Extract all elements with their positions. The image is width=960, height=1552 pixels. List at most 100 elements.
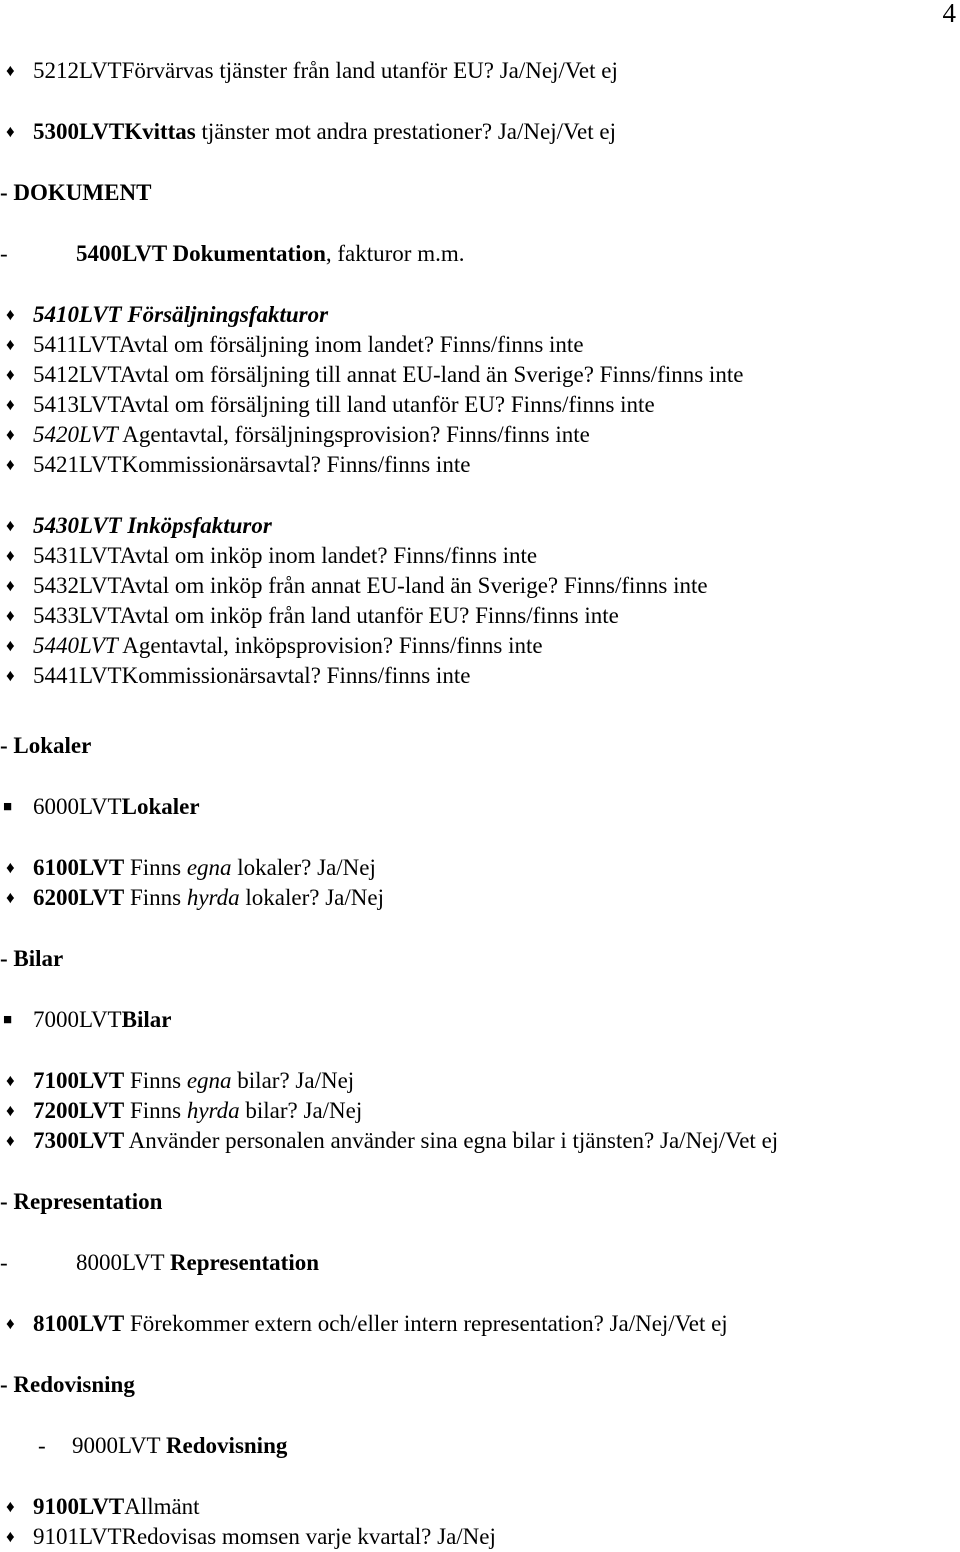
gap-6 bbox=[0, 691, 960, 731]
section-dokument: - DOKUMENT bbox=[0, 178, 960, 208]
gap-8 bbox=[0, 822, 960, 853]
text-run: Förvärvas tjänster från land utanför EU?… bbox=[121, 58, 618, 83]
diamond-bullet-icon: ♦ bbox=[6, 888, 15, 907]
item-8100lvt: ♦ 8100LVT Förekommer extern och/eller int… bbox=[0, 1309, 960, 1339]
text-run: Allmänt bbox=[124, 1494, 200, 1519]
item-5431lvt: ♦ 5431LVTAvtal om inköp inom landet? Finn… bbox=[0, 541, 960, 571]
diamond-bullet-icon: ♦ bbox=[6, 666, 15, 685]
gap-16 bbox=[0, 1400, 960, 1431]
text-run: bilar? Ja/Nej bbox=[231, 1068, 355, 1093]
text-run: Finns bbox=[124, 855, 187, 880]
gap-15 bbox=[0, 1339, 960, 1370]
text-run: tjänster mot andra prestationer? Ja/Nej/… bbox=[195, 119, 616, 144]
diamond-bullet-icon: ♦ bbox=[6, 425, 15, 444]
square-bullet-icon: ■ bbox=[3, 1012, 13, 1028]
item-9101lvt: ♦ 9101LVTRedovisas momsen varje kvartal? … bbox=[0, 1522, 960, 1552]
text-run: 5421LVT bbox=[33, 452, 122, 477]
text-run: - DOKUMENT bbox=[0, 180, 152, 205]
section-lokaler: - Lokaler bbox=[0, 731, 960, 761]
diamond-bullet-icon: ♦ bbox=[6, 576, 15, 595]
text-run: egna bbox=[186, 855, 232, 880]
diamond-bullet-icon: ♦ bbox=[6, 1314, 15, 1333]
text-run: bilar? Ja/Nej bbox=[239, 1098, 363, 1123]
text-run: Finns bbox=[124, 885, 187, 910]
diamond-bullet-icon: ♦ bbox=[6, 61, 15, 80]
text-run: - Redovisning bbox=[0, 1372, 135, 1397]
document-body: ♦ 5212LVTFörvärvas tjänster från land uta… bbox=[0, 56, 960, 1552]
item-5441lvt: ♦ 5441LVTKommissionärsavtal? Finns/finns … bbox=[0, 661, 960, 691]
text-run: lokaler? Ja/Nej bbox=[231, 855, 376, 880]
item-5420lvt: ♦ 5420LVT Agentavtal, försäljningsprovisi… bbox=[0, 420, 960, 450]
square-bullet-icon: ■ bbox=[3, 799, 13, 815]
gap-13 bbox=[0, 1217, 960, 1248]
section-redovisning: - Redovisning bbox=[0, 1370, 960, 1400]
dash-bullet-icon: - bbox=[0, 1250, 8, 1275]
diamond-bullet-icon: ♦ bbox=[6, 122, 15, 141]
diamond-bullet-icon: ♦ bbox=[6, 1527, 15, 1546]
item-6200lvt: ♦ 6200LVT Finns hyrda lokaler? Ja/Nej bbox=[0, 883, 960, 913]
text-run: Bilar bbox=[121, 1007, 172, 1032]
item-7000lvt: ■ 7000LVTBilar bbox=[0, 1005, 960, 1035]
diamond-bullet-icon: ♦ bbox=[6, 365, 15, 384]
text-run: Agentavtal, inköpsprovision? Finns/finns… bbox=[117, 633, 543, 658]
diamond-bullet-icon: ♦ bbox=[6, 858, 15, 877]
text-run: Kvittas bbox=[124, 119, 196, 144]
diamond-bullet-icon: ♦ bbox=[6, 1131, 15, 1150]
text-run: - Representation bbox=[0, 1189, 163, 1214]
text-run: Kommissionärsavtal? Finns/finns inte bbox=[121, 663, 471, 688]
section-representation: - Representation bbox=[0, 1187, 960, 1217]
diamond-bullet-icon: ♦ bbox=[6, 305, 15, 324]
gap-14 bbox=[0, 1278, 960, 1309]
text-run: 5441LVT bbox=[33, 663, 122, 688]
item-6000lvt: ■ 6000LVTLokaler bbox=[0, 792, 960, 822]
item-5433lvt: ♦ 5433LVTAvtal om inköp från land utanför… bbox=[0, 601, 960, 631]
text-run: Lokaler bbox=[121, 794, 200, 819]
text-run: Redovisas momsen varje kvartal? Ja/Nej bbox=[121, 1524, 496, 1549]
text-run: Avtal om inköp från annat EU-land än Sve… bbox=[119, 573, 708, 598]
text-run: 5440LVT bbox=[33, 633, 118, 658]
gap-17 bbox=[0, 1461, 960, 1492]
text-run: 9101LVT bbox=[33, 1524, 122, 1549]
text-run: 5432LVT bbox=[33, 573, 120, 598]
dash-bullet-icon: - bbox=[0, 241, 8, 266]
diamond-bullet-icon: ♦ bbox=[6, 516, 15, 535]
text-run: 7200LVT bbox=[33, 1098, 125, 1123]
text-run: 5413LVT bbox=[33, 392, 120, 417]
text-run: 7100LVT bbox=[33, 1068, 125, 1093]
text-run: 9000LVT bbox=[72, 1433, 166, 1458]
diamond-bullet-icon: ♦ bbox=[6, 636, 15, 655]
item-5421lvt: ♦ 5421LVTKommissionärsavtal? Finns/finns … bbox=[0, 450, 960, 480]
text-run: 5420LVT bbox=[33, 422, 118, 447]
text-run: 5430LVT Inköpsfakturor bbox=[33, 513, 272, 538]
text-run: 6200LVT bbox=[33, 885, 125, 910]
text-run: Avtal om försäljning inom landet? Finns/… bbox=[118, 332, 584, 357]
text-run: 5212LVT bbox=[33, 58, 122, 83]
item-5413lvt: ♦ 5413LVTAvtal om försäljning till land u… bbox=[0, 390, 960, 420]
item-7300lvt: ♦ 7300LVT Använder personalen använder si… bbox=[0, 1126, 960, 1156]
text-run: 9100LVT bbox=[33, 1494, 125, 1519]
gap-10 bbox=[0, 974, 960, 1005]
item-5212lvt: ♦ 5212LVTFörvärvas tjänster från land uta… bbox=[0, 56, 960, 86]
text-run: Finns bbox=[124, 1098, 187, 1123]
gap-11 bbox=[0, 1035, 960, 1066]
text-run: Agentavtal, försäljningsprovision? Finns… bbox=[117, 422, 590, 447]
gap-7 bbox=[0, 761, 960, 792]
item-8000lvt: - 8000LVT Representation bbox=[0, 1248, 960, 1278]
item-5412lvt: ♦ 5412LVTAvtal om försäljning till annat … bbox=[0, 360, 960, 390]
gap-5 bbox=[0, 480, 960, 511]
text-run: 5300LVT bbox=[33, 119, 125, 144]
item-9000lvt: - 9000LVT Redovisning bbox=[0, 1431, 960, 1461]
text-run: Avtal om försäljning till annat EU-land … bbox=[119, 362, 744, 387]
text-run: hyrda bbox=[186, 885, 240, 910]
gap-4 bbox=[0, 269, 960, 300]
diamond-bullet-icon: ♦ bbox=[6, 335, 15, 354]
text-run: Använder personalen använder sina egna b… bbox=[124, 1128, 779, 1153]
item-5411lvt: ♦ 5411LVTAvtal om försäljning inom landet… bbox=[0, 330, 960, 360]
gap-12 bbox=[0, 1156, 960, 1187]
text-run: - Lokaler bbox=[0, 733, 92, 758]
item-7100lvt: ♦ 7100LVT Finns egna bilar? Ja/Nej bbox=[0, 1066, 960, 1096]
dash-bullet-icon: - bbox=[38, 1433, 46, 1458]
diamond-bullet-icon: ♦ bbox=[6, 1101, 15, 1120]
text-run: lokaler? Ja/Nej bbox=[239, 885, 384, 910]
text-run: , fakturor m.m. bbox=[325, 241, 465, 266]
